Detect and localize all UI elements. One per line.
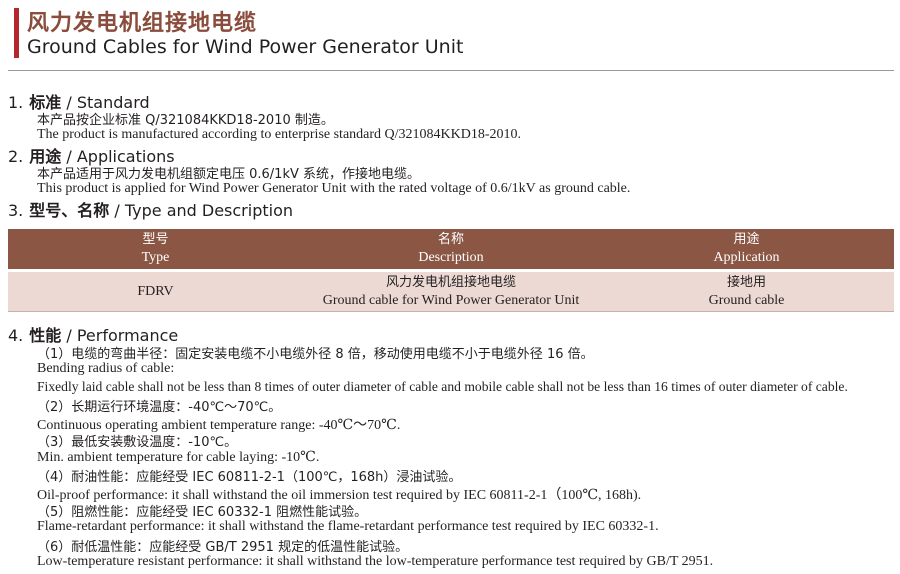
page-title-en: Ground Cables for Wind Power Generator U… [27,36,464,58]
application-cn: 接地用 [726,274,766,290]
type-description-table: 型号 Type 名称 Description 用途 Application FD… [8,229,894,312]
description-cn: 风力发电机组接地电缆 [385,274,516,290]
page-header: 风力发电机组接地电缆 Ground Cables for Wind Power … [0,0,900,70]
header-en: Application [713,250,780,265]
header-divider [8,70,894,71]
performance-line: （2）长期运行环境温度：-40℃～70℃。 [37,400,282,415]
page-title-cn: 风力发电机组接地电缆 [27,11,258,36]
type-value: FDRV [137,283,174,299]
standard-text-cn: 本产品按企业标准 Q/321084KKD18-2010 制造。 [37,113,334,128]
performance-line: （3）最低安装敷设温度：-10℃。 [37,435,238,450]
performance-line: Bending radius of cable: [37,361,175,376]
application-en: Ground cable [708,292,785,308]
performance-line: （5）阻燃性能：应能经受 IEC 60332-1 阻燃性能试验。 [37,505,368,520]
section-number: 1. [8,93,24,112]
section-number: 3. [8,201,24,220]
header-cn: 型号 [142,232,169,247]
header-cell-application: 用途 Application [599,229,894,269]
header-cell-description: 名称 Description [303,229,599,269]
section-title-cn: 型号、名称 [29,201,110,220]
section-title-en: / Type and Description [114,201,293,220]
performance-line: （6）耐低温性能：应能经受 GB/T 2951 规定的低温性能试验。 [37,540,409,555]
header-en: Type [141,250,170,265]
performance-line: （4）耐油性能：应能经受 IEC 60811-2-1（100℃，168h）浸油试… [37,470,462,485]
section-type-heading: 3. 型号、名称 / Type and Description [8,197,293,221]
performance-line: Low-temperature resistant performance: i… [37,554,714,569]
header-cell-type: 型号 Type [8,229,303,269]
table-header-row: 型号 Type 名称 Description 用途 Application [8,229,894,269]
cell-application: 接地用 Ground cable [599,272,894,311]
performance-line: Min. ambient temperature for cable layin… [37,450,320,465]
performance-line: Flame-retardant performance: it shall wi… [37,519,659,534]
description-en: Ground cable for Wind Power Generator Un… [322,292,580,308]
performance-line: （1）电缆的弯曲半径：固定安装电缆不小电缆外径 8 倍，移动使用电缆不小于电缆外… [37,347,594,362]
performance-line: Fixedly laid cable shall not be less tha… [37,379,848,394]
table-row: FDRV 风力发电机组接地电缆 Ground cable for Wind Po… [8,272,894,312]
section-number: 2. [8,147,24,166]
applications-text-en: This product is applied for Wind Power G… [37,181,631,196]
standard-text-en: The product is manufactured according to… [37,127,522,142]
header-en: Description [418,250,484,265]
header-cn: 名称 [437,232,464,247]
cell-type: FDRV [8,272,303,311]
applications-text-cn: 本产品适用于风力发电机组额定电压 0.6/1kV 系统，作接地电缆。 [37,167,421,182]
section-number: 4. [8,326,24,345]
header-cn: 用途 [733,232,760,247]
cell-description: 风力发电机组接地电缆 Ground cable for Wind Power G… [303,272,599,311]
accent-bar [14,8,19,58]
